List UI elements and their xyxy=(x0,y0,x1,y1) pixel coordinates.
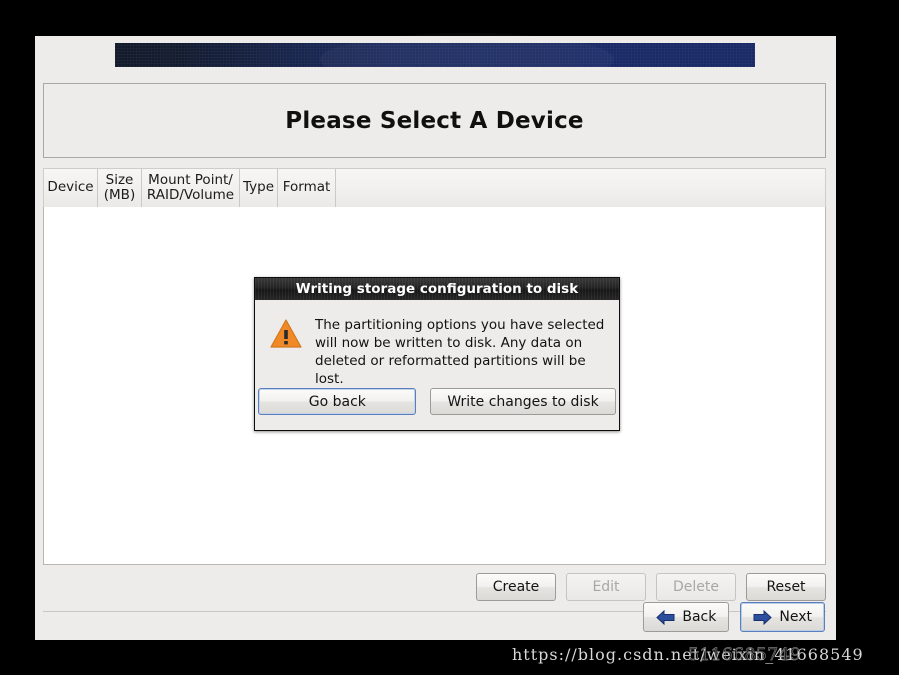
dialog-message: The partitioning options you have select… xyxy=(315,317,605,387)
navigation-bar: Back Next xyxy=(43,594,826,640)
column-header-size[interactable]: Size (MB) xyxy=(98,169,142,207)
arrow-left-icon xyxy=(656,609,675,625)
arrow-right-icon xyxy=(753,609,773,625)
write-storage-dialog: Writing storage configuration to disk Th… xyxy=(254,277,620,431)
column-header-type[interactable]: Type xyxy=(240,169,278,207)
device-table-header: Device Size (MB) Mount Point/ RAID/Volum… xyxy=(43,168,826,207)
dialog-title: Writing storage configuration to disk xyxy=(295,281,579,297)
watermark-overlay: 5116685749 xyxy=(688,645,802,666)
dialog-body: The partitioning options you have select… xyxy=(255,300,619,389)
next-button[interactable]: Next xyxy=(740,602,825,632)
go-back-button[interactable]: Go back xyxy=(258,388,417,415)
next-button-label: Next xyxy=(779,609,812,625)
column-header-filler xyxy=(336,169,825,207)
warning-triangle-icon xyxy=(269,318,303,350)
page-title-frame: Please Select A Device xyxy=(43,83,826,158)
write-changes-to-disk-button[interactable]: Write changes to disk xyxy=(430,388,616,415)
column-header-mount-point[interactable]: Mount Point/ RAID/Volume xyxy=(142,169,240,207)
dialog-titlebar: Writing storage configuration to disk xyxy=(255,278,619,300)
banner-texture xyxy=(115,43,755,67)
dialog-button-row: Go back Write changes to disk xyxy=(255,388,619,415)
page-title: Please Select A Device xyxy=(285,107,584,134)
back-button[interactable]: Back xyxy=(643,602,730,632)
back-button-label: Back xyxy=(682,609,717,625)
column-header-device[interactable]: Device xyxy=(44,169,98,207)
installer-banner xyxy=(115,43,755,67)
column-header-format[interactable]: Format xyxy=(278,169,336,207)
